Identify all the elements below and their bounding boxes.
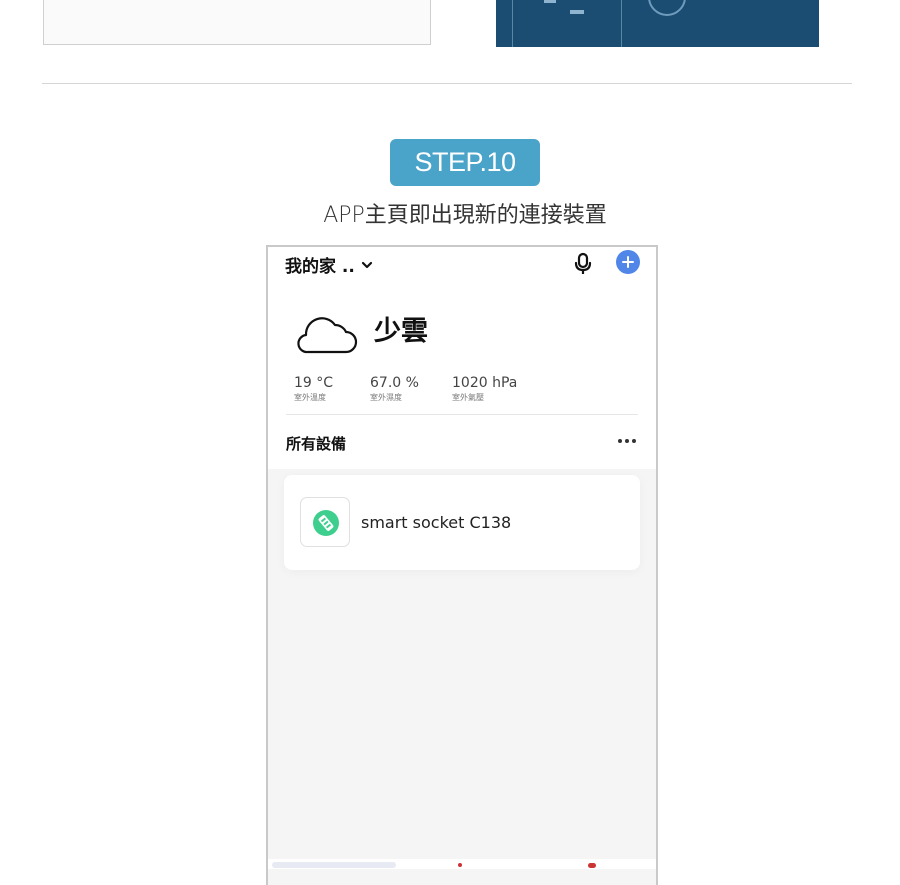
stat-label: 室外溫度: [294, 393, 326, 402]
preview-divider: [621, 0, 622, 47]
smart-socket-icon: [313, 510, 339, 536]
chevron-down-icon: [361, 255, 373, 275]
outdoor-humidity: 67.0 % 室外濕度: [370, 375, 419, 403]
tab-scene[interactable]: [458, 863, 462, 867]
section-separator: [42, 83, 852, 84]
home-selector[interactable]: 我的家 ..: [285, 252, 373, 277]
preview-ring: [648, 0, 686, 16]
step-badge: STEP.10: [390, 139, 540, 186]
stat-value: 19 °C: [294, 375, 334, 391]
stat-label: 室外氣壓: [452, 393, 484, 402]
outdoor-pressure: 1020 hPa 室外氣壓: [452, 375, 517, 403]
tab-home[interactable]: [272, 862, 396, 868]
more-icon[interactable]: [618, 439, 636, 443]
preview-mark: [544, 0, 556, 3]
device-icon-box: [300, 497, 350, 547]
step-caption: APP主頁即出現新的連接裝置: [323, 203, 607, 228]
previous-step-screenshot-right: [496, 0, 819, 47]
cloud-icon: [296, 315, 358, 359]
app-header: 我的家 .. 少雲 19 °C 室外溫度 67.0 % 室外濕度 1020 hP…: [268, 247, 656, 469]
home-name: 我的家 ..: [285, 257, 355, 277]
add-icon[interactable]: [616, 250, 640, 274]
stat-value: 67.0 %: [370, 375, 419, 391]
previous-step-screenshot-left: [43, 0, 431, 45]
stat-value: 1020 hPa: [452, 375, 518, 391]
preview-mark: [570, 10, 584, 14]
microphone-icon[interactable]: [572, 252, 594, 280]
header-divider: [286, 414, 638, 415]
tab-bar: [268, 859, 656, 869]
section-title: 所有設備: [286, 435, 347, 453]
outdoor-temperature: 19 °C 室外溫度: [294, 375, 333, 403]
tab-profile[interactable]: [588, 863, 596, 868]
weather-condition: 少雲: [374, 316, 428, 347]
device-name: smart socket C138: [361, 513, 512, 532]
device-card[interactable]: smart socket C138: [284, 475, 640, 570]
stat-label: 室外濕度: [370, 393, 402, 402]
phone-screenshot: 我的家 .. 少雲 19 °C 室外溫度 67.0 % 室外濕度 1020 hP…: [266, 245, 658, 885]
preview-divider: [512, 0, 513, 47]
